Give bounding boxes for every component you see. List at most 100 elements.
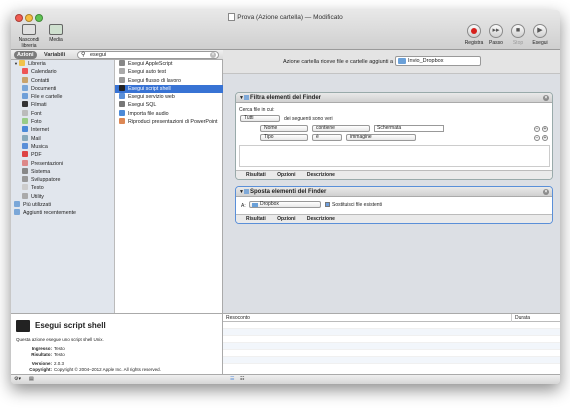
category-icon xyxy=(22,176,28,183)
action-item[interactable]: Esegui AppleScript xyxy=(115,60,223,68)
record-icon xyxy=(467,24,481,38)
remove-rule-icon[interactable]: − xyxy=(534,135,540,141)
variables-tab[interactable]: Variabili xyxy=(41,51,68,59)
rule1-operator-popup[interactable]: contiene xyxy=(312,125,370,132)
result-row: Risultato: Testo xyxy=(31,352,65,357)
description-title: Esegui script shell xyxy=(35,321,106,330)
category-item[interactable]: Sviluppatore xyxy=(11,176,114,184)
category-icon xyxy=(22,118,28,125)
category-icon xyxy=(22,151,28,158)
category-item[interactable]: Contatti xyxy=(11,76,114,85)
category-item[interactable]: File e cartelle xyxy=(11,93,114,101)
category-item[interactable]: Utility xyxy=(11,192,114,201)
run-button[interactable]: ▶ Esegui xyxy=(529,24,551,46)
action-item[interactable]: Esegui script shell xyxy=(115,84,223,94)
remove-action-icon[interactable]: × xyxy=(543,95,549,101)
rule1-value-field[interactable]: Schermata xyxy=(374,125,444,132)
category-item[interactable]: Presentazioni xyxy=(11,159,114,168)
category-icon xyxy=(22,184,28,191)
action-item[interactable]: Esegui servizio web xyxy=(115,93,223,101)
gear-icon[interactable]: ⚙▾ xyxy=(14,376,21,382)
play-icon: ▶ xyxy=(533,24,547,38)
add-rule-icon[interactable]: + xyxy=(542,135,548,141)
category-item[interactable]: Foto xyxy=(11,118,114,126)
category-icon xyxy=(14,209,20,216)
actions-tab[interactable]: Azioni xyxy=(14,51,37,59)
record-button[interactable]: Registra xyxy=(463,24,485,46)
replace-checkbox[interactable] xyxy=(325,202,330,207)
category-icon xyxy=(19,60,26,66)
clear-search-icon[interactable]: × xyxy=(210,52,216,58)
category-item[interactable]: Font xyxy=(11,109,114,118)
category-item[interactable]: Documenti xyxy=(11,84,114,93)
category-item[interactable]: Più utilizzati xyxy=(11,201,114,209)
destination-popup[interactable]: Dropbox xyxy=(249,201,321,208)
step-button[interactable]: ▸▸ Passo xyxy=(485,24,507,46)
rule1-field-popup[interactable]: Nome xyxy=(260,125,308,132)
action-icon xyxy=(119,101,125,108)
list-view-icon[interactable]: ☰ xyxy=(230,376,234,382)
action-item[interactable]: Esegui SQL xyxy=(115,101,223,109)
folder-icon xyxy=(398,58,406,64)
rule2-field-popup[interactable]: Tipo xyxy=(260,134,308,141)
category-item[interactable]: Testo xyxy=(11,184,114,192)
category-item[interactable]: Calendario xyxy=(11,68,114,76)
rule2-operator-popup[interactable]: è xyxy=(312,134,342,141)
stop-button[interactable]: ■ Stop xyxy=(507,24,529,46)
log-row xyxy=(223,357,560,364)
workflow-area: Azione cartella riceve file e cartelle a… xyxy=(223,50,560,313)
category-item[interactable]: Filmati xyxy=(11,101,114,109)
log-column-header[interactable]: Resoconto xyxy=(226,314,250,322)
library-icon xyxy=(22,24,36,35)
remove-action-icon[interactable]: × xyxy=(543,189,549,195)
category-item[interactable]: Musica xyxy=(11,142,114,151)
add-rule-icon[interactable]: + xyxy=(542,126,548,132)
options-tab[interactable]: Opzioni xyxy=(277,216,295,222)
action-item[interactable]: Riproduci presentazioni di PowerPoint xyxy=(115,118,223,126)
rule2-value-popup[interactable]: immagine xyxy=(346,134,416,141)
version-row: Versione: 2.0.3 xyxy=(31,361,65,366)
category-item[interactable]: Internet xyxy=(11,126,114,134)
block-header[interactable]: ▼ Sposta elementi del Finder × xyxy=(236,187,552,197)
media-button[interactable]: Media xyxy=(46,24,66,43)
move-finder-items-block: ▼ Sposta elementi del Finder × A: Dropbo… xyxy=(235,186,553,224)
hide-library-button[interactable]: Nascondi libreria xyxy=(13,24,45,49)
log-row xyxy=(223,350,560,357)
category-item[interactable]: Mail xyxy=(11,134,114,143)
category-item[interactable]: Sistema xyxy=(11,167,114,176)
category-icon xyxy=(22,101,28,108)
match-mode-popup[interactable]: Tutti xyxy=(240,115,280,122)
category-item[interactable]: PDF xyxy=(11,151,114,159)
media-icon xyxy=(49,24,63,35)
description-tab[interactable]: Descrizione xyxy=(307,172,335,178)
action-item[interactable]: Esegui auto test xyxy=(115,68,223,76)
search-field[interactable]: ⚲ esegui × xyxy=(77,51,219,59)
category-item[interactable]: Aggiunti recentemente xyxy=(11,209,114,217)
log-view-icon[interactable]: ☷ xyxy=(240,376,244,382)
folder-popup[interactable]: Invio_Dropbox xyxy=(395,56,481,66)
window-title: Prova (Azione cartella) — Modificato xyxy=(11,13,560,21)
action-item[interactable]: Esegui flusso di lavoro xyxy=(115,76,223,85)
library-toggle-icon[interactable]: ▤ xyxy=(29,376,34,382)
finder-icon xyxy=(244,95,249,100)
title-bar: Prova (Azione cartella) — Modificato Nas… xyxy=(11,10,560,50)
action-list: Esegui AppleScript Esegui auto test Esegui… xyxy=(115,60,223,313)
log-pane: Resoconto Durata xyxy=(223,313,560,374)
category-icon xyxy=(22,192,28,199)
category-icon xyxy=(22,159,28,166)
description-tab[interactable]: Descrizione xyxy=(307,216,335,222)
block-header[interactable]: ▼ Filtra elementi del Finder × xyxy=(236,93,552,103)
duration-column-header[interactable]: Durata xyxy=(511,314,530,322)
category-icon xyxy=(14,201,20,208)
options-tab[interactable]: Opzioni xyxy=(277,172,295,178)
remove-rule-icon[interactable]: − xyxy=(534,126,540,132)
category-item[interactable]: ▼ Libreria xyxy=(11,60,114,68)
input-row: Ingresso: Testo xyxy=(31,346,65,351)
results-tab[interactable]: Risultati xyxy=(246,216,266,222)
library-pane: Azioni Variabili ⚲ esegui × ▼ Libreria Ca… xyxy=(11,50,223,313)
results-tab[interactable]: Risultati xyxy=(246,172,266,178)
search-input[interactable]: esegui xyxy=(90,52,106,58)
action-icon xyxy=(119,93,125,100)
action-item[interactable]: Importa file audio xyxy=(115,109,223,118)
log-row xyxy=(223,329,560,336)
